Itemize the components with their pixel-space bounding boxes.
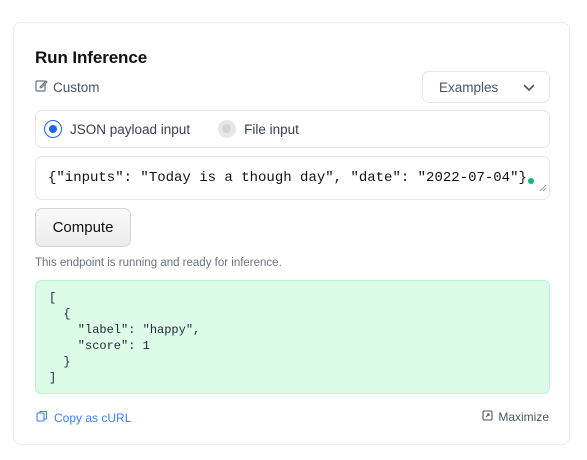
maximize-icon (482, 410, 498, 424)
inference-widget: Run Inference Custom Examples JSON paylo… (13, 22, 570, 445)
custom-text: Custom (53, 79, 100, 95)
compute-button[interactable]: Compute (35, 208, 131, 247)
radio-json-label: JSON payload input (70, 121, 191, 137)
maximize-button[interactable]: Maximize (482, 410, 549, 424)
radio-json-payload[interactable]: JSON payload input (44, 120, 190, 138)
examples-dropdown[interactable]: Examples (422, 71, 550, 103)
inference-output: [ { "label": "happy", "score": 1 } ] (35, 280, 550, 394)
radio-file-label: File input (244, 121, 299, 137)
output-json: [ { "label": "happy", "score": 1 } ] (49, 291, 201, 385)
copy-curl-label: Copy as cURL (54, 410, 132, 425)
text-cursor-indicator (528, 178, 534, 184)
edit-icon (35, 79, 53, 95)
chevron-down-icon (523, 80, 535, 95)
input-mode-selector: JSON payload input File input (35, 110, 550, 148)
endpoint-status-text: This endpoint is running and ready for i… (35, 257, 282, 269)
json-payload-value: {"inputs": "Today is a though day", "dat… (48, 170, 527, 186)
examples-label: Examples (439, 79, 499, 95)
radio-file-input[interactable]: File input (218, 120, 299, 138)
copy-icon (36, 410, 54, 425)
radio-selected-indicator[interactable] (44, 120, 62, 138)
custom-label: Custom (35, 79, 100, 95)
maximize-label: Maximize (498, 410, 549, 424)
radio-unselected-indicator[interactable] (218, 120, 237, 138)
widget-title: Run Inference (35, 48, 148, 67)
json-payload-textarea[interactable]: {"inputs": "Today is a though day", "dat… (35, 156, 550, 200)
resize-handle-icon[interactable] (539, 181, 547, 197)
copy-as-curl-link[interactable]: Copy as cURL (36, 410, 131, 425)
